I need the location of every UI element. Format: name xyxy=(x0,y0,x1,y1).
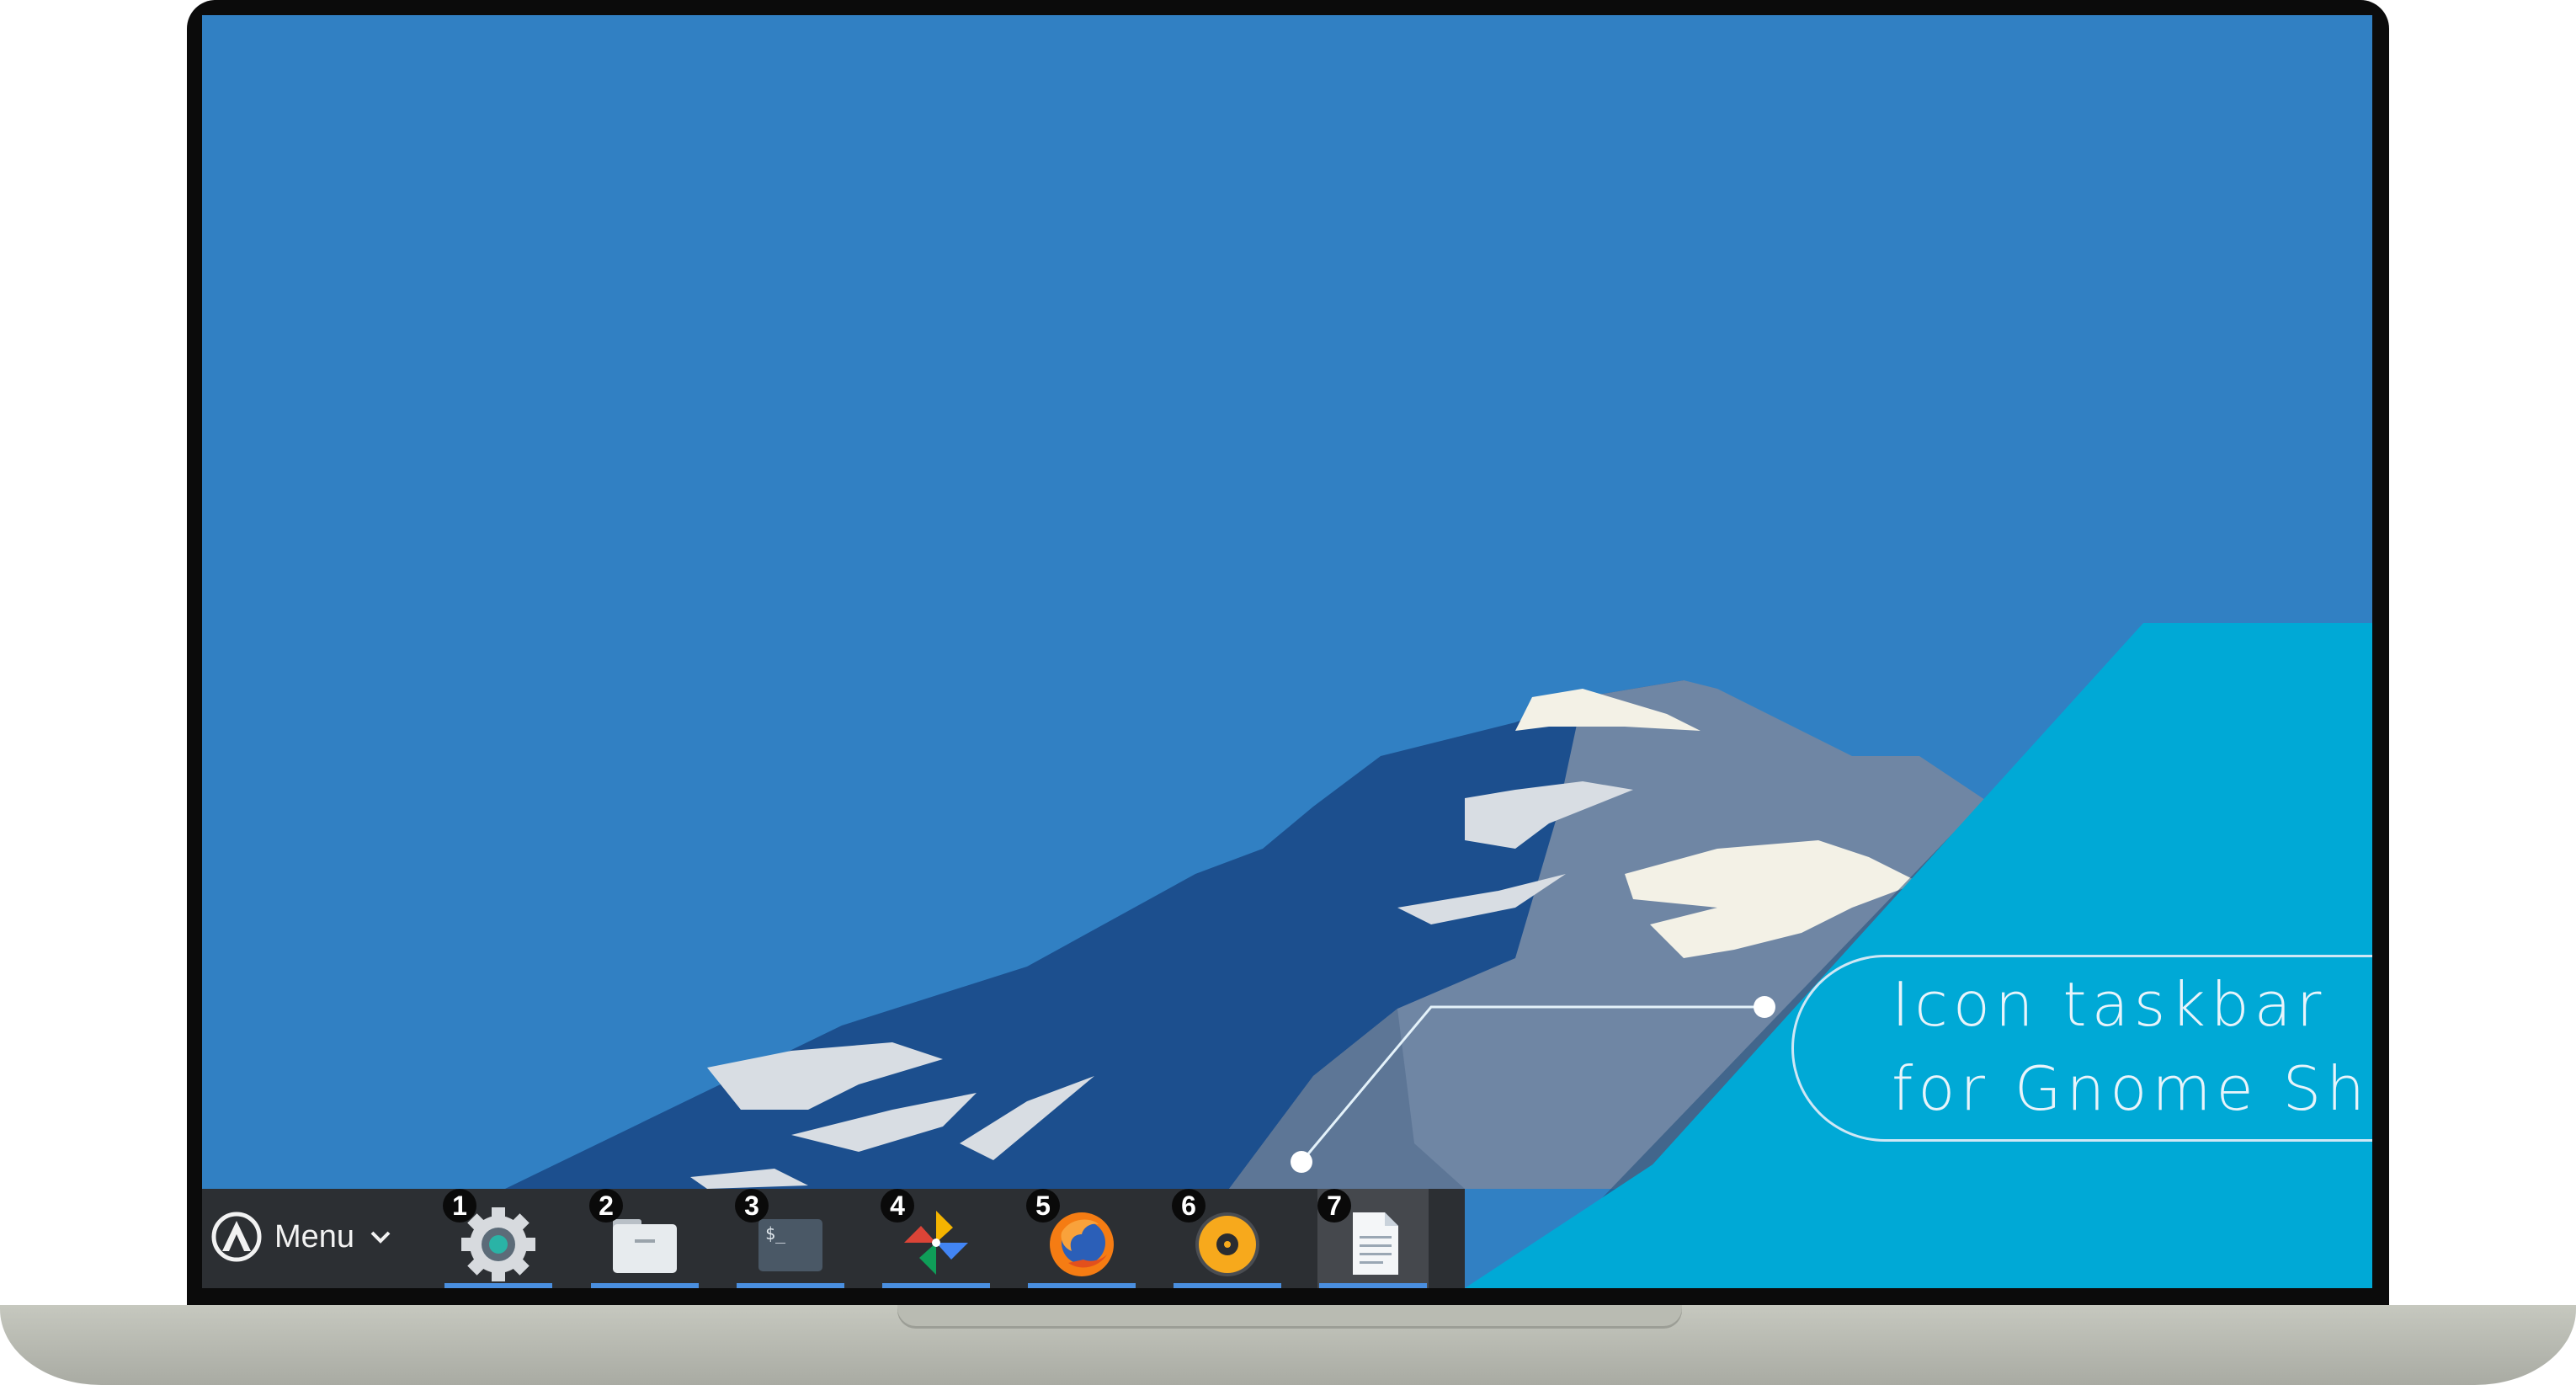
menu-label: Menu xyxy=(274,1218,355,1254)
running-indicator xyxy=(1319,1283,1427,1288)
taskbar-app-music[interactable]: 6 xyxy=(1172,1189,1283,1288)
task-number-badge: 7 xyxy=(1317,1189,1351,1223)
running-indicator xyxy=(1174,1283,1281,1288)
laptop-base-notch xyxy=(897,1305,1682,1329)
taskbar-app-document[interactable]: 7 xyxy=(1317,1189,1429,1288)
distro-logo-icon xyxy=(211,1212,262,1262)
desktop-screen: Icon taskbar for Gnome Shell Menu xyxy=(202,15,2372,1288)
task-number-badge: 6 xyxy=(1172,1189,1206,1223)
running-indicator xyxy=(444,1283,552,1288)
menu-button[interactable]: Menu xyxy=(210,1207,421,1266)
taskbar-app-settings[interactable]: 1 xyxy=(443,1189,554,1288)
running-indicator xyxy=(1028,1283,1136,1288)
callout-title: Icon taskbar xyxy=(1892,969,2327,1040)
task-number-badge: 5 xyxy=(1026,1189,1060,1223)
task-number-badge: 1 xyxy=(443,1189,476,1223)
chevron-down-icon xyxy=(370,1231,391,1244)
running-indicator xyxy=(882,1283,990,1288)
callout-subtitle: for Gnome Shell xyxy=(1892,1053,2372,1124)
svg-text:$_: $_ xyxy=(765,1223,786,1244)
callout-box: Icon taskbar for Gnome Shell xyxy=(1791,955,2372,1142)
taskbar-app-photos[interactable]: 4 xyxy=(881,1189,992,1288)
taskbar-app-terminal[interactable]: $_ 3 xyxy=(735,1189,846,1288)
taskbar-app-firefox[interactable]: 5 xyxy=(1026,1189,1137,1288)
task-number-badge: 3 xyxy=(735,1189,769,1223)
taskbar-app-files[interactable]: 2 xyxy=(589,1189,700,1288)
promo-image: Icon taskbar for Gnome Shell Menu xyxy=(0,0,2576,1385)
task-number-badge: 4 xyxy=(881,1189,914,1223)
running-indicator xyxy=(737,1283,844,1288)
icon-taskbar: Menu 1 2 $_ 3 4 5 6 7 xyxy=(202,1189,1465,1288)
task-number-badge: 2 xyxy=(589,1189,623,1223)
running-indicator xyxy=(591,1283,699,1288)
